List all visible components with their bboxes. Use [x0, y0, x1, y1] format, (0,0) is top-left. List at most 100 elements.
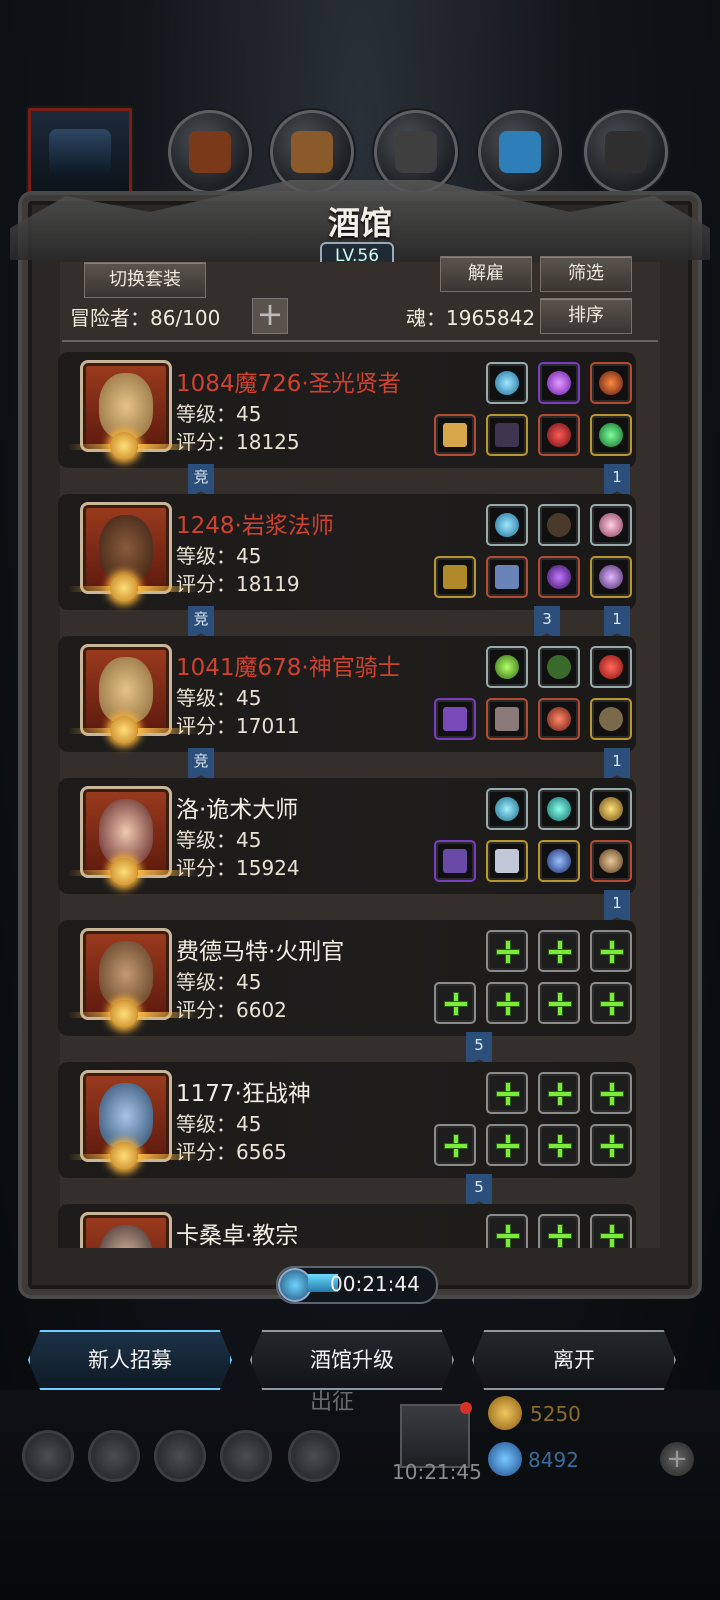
hero-card[interactable]: 卡桑卓·教宗 — [58, 1204, 636, 1248]
timer-text: 00:21:44 — [330, 1272, 420, 1296]
staff-icon[interactable] — [434, 556, 476, 598]
tab-tavern[interactable] — [28, 108, 132, 198]
hero-name: 卡桑卓·教宗 — [176, 1223, 299, 1248]
hero-score: 评分：17011 — [176, 714, 300, 738]
add-equipment-icon[interactable] — [538, 1214, 580, 1248]
hero-level: 等级：45 — [176, 686, 262, 710]
add-equipment-icon[interactable] — [590, 1124, 632, 1166]
hero-card[interactable]: 费德马特·火刑官 等级：45 评分：6602 — [58, 920, 636, 1036]
add-equipment-icon[interactable] — [590, 982, 632, 1024]
recruit-timer: 00:21:44 — [276, 1266, 438, 1304]
add-gem-icon[interactable]: + — [660, 1442, 694, 1476]
ring-icon[interactable] — [538, 414, 580, 456]
arena-tag: 竞 — [188, 606, 214, 640]
hero-card[interactable]: 洛·诡术大师 等级：45 评分：15924 — [58, 778, 636, 894]
add-equipment-icon[interactable] — [590, 1072, 632, 1114]
tab-iron[interactable] — [584, 110, 668, 194]
orb-item-icon[interactable] — [486, 362, 528, 404]
green-crystal-icon[interactable] — [486, 646, 528, 688]
map-icon[interactable] — [154, 1430, 206, 1482]
charm-icon[interactable] — [538, 840, 580, 882]
upgrade-tavern-button[interactable]: 酒馆升级 — [250, 1330, 454, 1390]
mask-icon[interactable] — [590, 698, 632, 740]
rank-badge-icon — [110, 716, 138, 744]
hero-card[interactable]: 1248·岩浆法师 等级：45 评分：18119 — [58, 494, 636, 610]
hammer-icon[interactable] — [434, 414, 476, 456]
add-equipment-icon[interactable] — [486, 930, 528, 972]
switch-set-button[interactable]: 切换套装 — [84, 262, 206, 298]
green-gem-icon[interactable] — [590, 414, 632, 456]
hero-card[interactable]: 1177·狂战神 等级：45 评分：6565 — [58, 1062, 636, 1178]
tab-armor[interactable] — [168, 110, 252, 194]
wand-icon[interactable] — [538, 646, 580, 688]
hero-card[interactable]: 1041魔678·神官骑士 等级：45 评分：17011 — [58, 636, 636, 752]
red-stone-icon[interactable] — [590, 646, 632, 688]
hero-icon[interactable] — [88, 1430, 140, 1482]
gem-icon — [488, 1442, 522, 1476]
filter-button[interactable]: 筛选 — [540, 256, 632, 292]
gift-box-icon[interactable] — [400, 1402, 472, 1468]
gem-amount: 8492 — [528, 1448, 579, 1472]
star-tag: 1 — [604, 464, 630, 498]
add-equipment-icon[interactable] — [590, 1214, 632, 1248]
dagger-icon[interactable] — [434, 840, 476, 882]
hero-score: 评分：18119 — [176, 572, 300, 596]
adventurer-count: 冒险者：86/100 — [70, 306, 221, 330]
potion-icon[interactable] — [590, 504, 632, 546]
dismiss-button[interactable]: 解雇 — [440, 256, 532, 292]
star-tag: 1 — [604, 890, 630, 924]
clock-icon — [278, 1268, 312, 1302]
menu-icon[interactable] — [22, 1430, 74, 1482]
add-equipment-icon[interactable] — [538, 1072, 580, 1114]
sort-button[interactable]: 排序 — [540, 298, 632, 334]
recruit-button[interactable]: 新人招募 — [28, 1330, 232, 1390]
shield-icon[interactable] — [590, 840, 632, 882]
lantern-icon[interactable] — [590, 788, 632, 830]
add-adventurer-slot-button[interactable]: + — [252, 298, 288, 334]
amulet-icon[interactable] — [590, 362, 632, 404]
star-tag: 1 — [604, 748, 630, 782]
hero-score: 评分：6565 — [176, 1140, 287, 1164]
tab-crystal[interactable] — [478, 110, 562, 194]
rank-badge-icon — [110, 858, 138, 886]
orb-item-icon[interactable] — [486, 504, 528, 546]
antler-icon[interactable] — [538, 504, 580, 546]
necklace-icon[interactable] — [538, 556, 580, 598]
add-equipment-icon[interactable] — [538, 1124, 580, 1166]
hero-card[interactable]: 1084魔726·圣光贤者 等级：45 评分：18125 — [58, 352, 636, 468]
robe-icon[interactable] — [486, 556, 528, 598]
hero-name: 1041魔678·神官骑士 — [176, 655, 401, 681]
page-title: 酒馆 — [327, 204, 392, 242]
star-tag: 5 — [466, 1032, 492, 1066]
armor-icon[interactable] — [486, 414, 528, 456]
bottom-hud — [0, 1390, 720, 1600]
scepter-icon[interactable] — [434, 698, 476, 740]
add-equipment-icon[interactable] — [538, 930, 580, 972]
hero-name: 1084魔726·圣光贤者 — [176, 371, 401, 397]
chestplate-icon[interactable] — [486, 840, 528, 882]
hero-name: 1177·狂战神 — [176, 1081, 311, 1107]
cloak-icon[interactable] — [486, 698, 528, 740]
blue-gem-icon[interactable] — [486, 788, 528, 830]
add-equipment-icon[interactable] — [434, 1124, 476, 1166]
medal-icon[interactable] — [538, 698, 580, 740]
divider — [62, 340, 658, 342]
pendant-icon[interactable] — [590, 556, 632, 598]
purple-gem-icon[interactable] — [538, 362, 580, 404]
add-equipment-icon[interactable] — [538, 982, 580, 1024]
hero-level: 等级：45 — [176, 544, 262, 568]
add-equipment-icon[interactable] — [486, 1072, 528, 1114]
add-equipment-icon[interactable] — [590, 930, 632, 972]
gold-coin-icon — [488, 1396, 522, 1430]
hero-list[interactable]: 1084魔726·圣光贤者 等级：45 评分：18125 竞 1 1248·岩浆… — [58, 350, 658, 1248]
mail-icon[interactable] — [220, 1430, 272, 1482]
teal-stone-icon[interactable] — [538, 788, 580, 830]
add-equipment-icon[interactable] — [486, 1124, 528, 1166]
hero-level: 等级：45 — [176, 828, 262, 852]
add-equipment-icon[interactable] — [486, 982, 528, 1024]
add-equipment-icon[interactable] — [486, 1214, 528, 1248]
leave-button[interactable]: 离开 — [472, 1330, 676, 1390]
star-tag: 3 — [534, 606, 560, 640]
add-equipment-icon[interactable] — [434, 982, 476, 1024]
settings-icon[interactable] — [288, 1430, 340, 1482]
